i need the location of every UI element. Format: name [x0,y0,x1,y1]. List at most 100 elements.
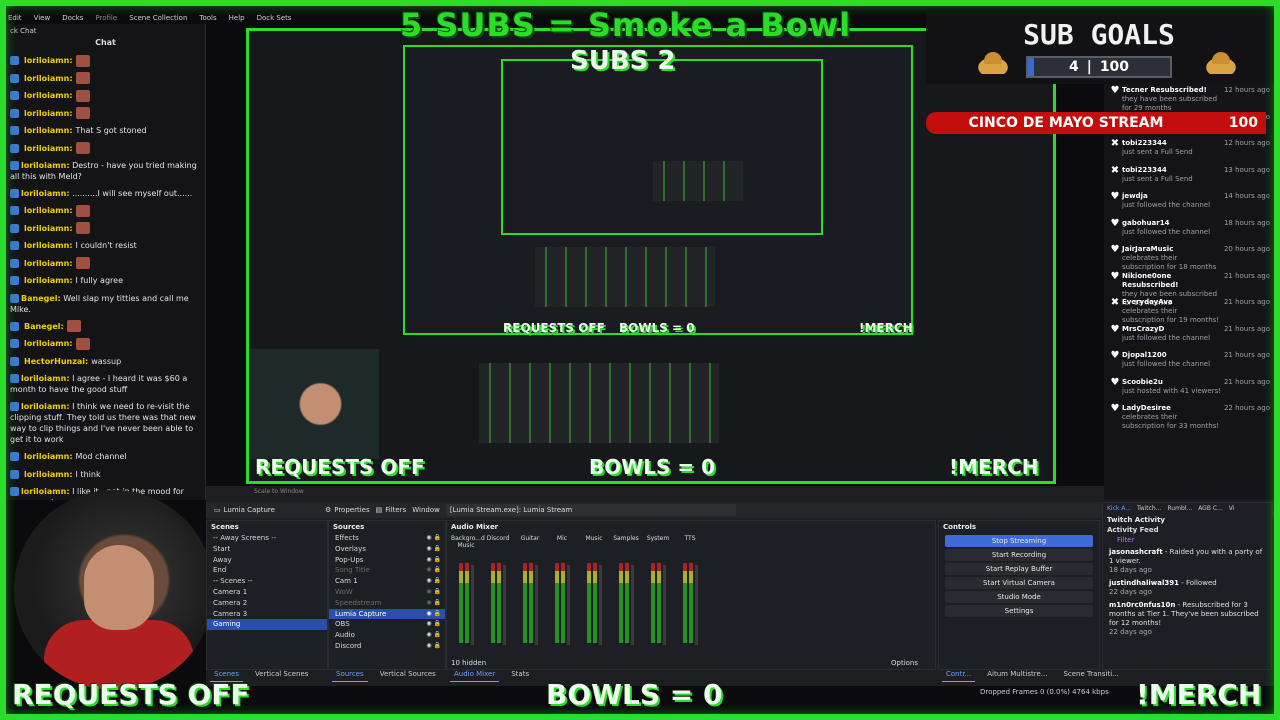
emote-icon [75,204,90,217]
volume-fader[interactable] [695,565,698,645]
level-meter-left [683,563,687,643]
level-meter-right [689,563,693,643]
mixer-channel[interactable]: TTS [675,535,705,655]
activity-item: ♥ gabohuar14 just followed the channel 18 h… [1104,217,1274,244]
source-item[interactable]: Pop-Ups ◉ 🔒 [329,555,445,566]
source-item[interactable]: Audio ◉ 🔒 [329,630,445,641]
mixer-channel[interactable]: Mic [547,535,577,655]
source-item[interactable]: Overlays ◉ 🔒 [329,544,445,555]
source-item[interactable]: WoW ◉ 🔒 [329,587,445,598]
window-select[interactable]: [Lumia Stream.exe]: Lumia Stream [445,504,736,516]
scene-item[interactable]: Gaming [207,619,327,631]
filters-button[interactable]: ▤ Filters [376,506,407,514]
volume-fader[interactable] [535,565,538,645]
options-button[interactable]: Options [891,659,918,667]
mixer-channel[interactable]: Music [579,535,609,655]
scenes-list[interactable]: -- Away Screens -- Start Away End -- Scenes … [207,533,327,631]
scene-item[interactable]: Camera 1 [207,587,327,598]
source-item[interactable]: Discord ◉ 🔒 [329,641,445,652]
source-name: Cam 1 [335,577,358,586]
scene-item[interactable]: -- Away Screens -- [207,533,327,544]
visibility-lock-icon[interactable]: ◉ 🔒 [426,587,441,598]
properties-button[interactable]: ⚙ Properties [325,506,370,514]
mixer-sketch-1 [535,247,715,307]
control-settings-button[interactable]: Settings [945,605,1093,617]
menu-item-scene-collection[interactable]: Scene Collection [127,14,189,22]
scene-item[interactable]: -- Scenes -- [207,576,327,587]
gear-icon: ⚙ [324,506,332,514]
activity-feed[interactable]: ♥ Tecner Resubscribed! they have been subs… [1104,84,1274,500]
feed-filter[interactable]: Filter [1103,534,1271,546]
twitch-activity-dock: Kick A... Twitch... Rumbl... AGB C... Vi Twi… [1102,502,1272,670]
visibility-lock-icon[interactable]: ◉ 🔒 [426,641,441,652]
source-name: Discord [335,641,362,650]
chat-username: loriloiamn: [21,487,70,496]
visibility-lock-icon[interactable]: ◉ 🔒 [426,609,441,620]
scene-item[interactable]: End [207,565,327,576]
requests-text: REQUESTS OFF [12,678,250,711]
chat-text: I fully agree [75,276,123,285]
scene-item[interactable]: Camera 2 [207,598,327,609]
menu-item-view[interactable]: View [32,14,53,22]
source-item[interactable]: Song Title ◉ 🔒 [329,565,445,576]
control-start-recording-button[interactable]: Start Recording [945,549,1093,561]
feed-tabs[interactable]: Kick A... Twitch... Rumbl... AGB C... Vi [1103,503,1271,514]
feed-tab[interactable]: Kick A... [1107,505,1131,512]
menu-item-edit[interactable]: Edit [6,14,24,22]
menu-item-help[interactable]: Help [227,14,247,22]
source-item[interactable]: Cam 1 ◉ 🔒 [329,576,445,587]
mixer-sketch-main [479,363,719,443]
visibility-lock-icon[interactable]: ◉ 🔒 [426,630,441,641]
heart-icon: ♥ [1110,217,1120,229]
obs-preview[interactable]: REQUESTS OFF BOWLS = 0 !MERCH REQUESTS O… [246,28,1056,484]
volume-fader[interactable] [663,565,666,645]
source-item[interactable]: Speedstream ◉ 🔒 [329,598,445,609]
volume-fader[interactable] [471,565,474,645]
visibility-lock-icon[interactable]: ◉ 🔒 [426,555,441,566]
control-start-virtual-camera-button[interactable]: Start Virtual Camera [945,577,1093,589]
menu-item-tools[interactable]: Tools [197,14,218,22]
control-start-replay-buffer-button[interactable]: Start Replay Buffer [945,563,1093,575]
mixer-channel[interactable]: Samples [611,535,641,655]
chat-message: loriloiamn: ..........I will see myself … [6,185,205,202]
feed-tab[interactable]: Vi [1229,505,1235,512]
source-item[interactable]: Effects ◉ 🔒 [329,533,445,544]
menu-item-docks[interactable]: Docks [60,14,85,22]
volume-fader[interactable] [567,565,570,645]
feed-tab[interactable]: AGB C... [1198,505,1223,512]
level-meter-right [465,563,469,643]
visibility-lock-icon[interactable]: ◉ 🔒 [426,544,441,555]
sources-list[interactable]: Effects ◉ 🔒 Overlays ◉ 🔒 Pop-Ups ◉ 🔒 Song Titl… [329,533,445,652]
visibility-lock-icon[interactable]: ◉ 🔒 [426,576,441,587]
control-studio-mode-button[interactable]: Studio Mode [945,591,1093,603]
feed-list[interactable]: jasonashcraft - Raided you with a party … [1103,546,1271,639]
mixer-channel[interactable]: Backgro...d Music [451,535,485,655]
gift-icon: ✖ [1110,138,1120,149]
visibility-lock-icon[interactable]: ◉ 🔒 [426,598,441,609]
source-name: Song Title [335,566,370,575]
visibility-lock-icon[interactable]: ◉ 🔒 [426,619,441,630]
source-item[interactable]: Lumia Capture ◉ 🔒 [329,608,445,620]
chat-message: loriloiamn: [6,70,205,88]
mixer-channel[interactable]: Discord [483,535,513,655]
scene-item[interactable]: Camera 3 [207,609,327,620]
volume-fader[interactable] [631,565,634,645]
feed-tab[interactable]: Twitch... [1137,505,1161,512]
source-name: Effects [335,534,359,542]
control-stop-streaming-button[interactable]: Stop Streaming [945,535,1093,547]
visibility-lock-icon[interactable]: ◉ 🔒 [426,533,441,544]
scene-item[interactable]: Start [207,544,327,555]
source-item[interactable]: OBS ◉ 🔒 [329,619,445,630]
volume-fader[interactable] [503,565,506,645]
menu-item-dock-sets[interactable]: Dock Sets [255,14,294,22]
mixer-channel[interactable]: System [643,535,673,655]
visibility-lock-icon[interactable]: ◉ 🔒 [426,565,441,576]
menu-item-profile[interactable]: Profile [93,14,119,22]
scene-item[interactable]: Away [207,555,327,566]
chat-message: loriloiamn: [6,255,205,273]
chat-message-list[interactable]: loriloiamn: loriloiamn: loriloiamn: loriloi… [6,52,205,500]
level-meter-left [587,563,591,643]
mixer-channel[interactable]: Guitar [515,535,545,655]
feed-tab[interactable]: Rumbl... [1167,505,1192,512]
volume-fader[interactable] [599,565,602,645]
